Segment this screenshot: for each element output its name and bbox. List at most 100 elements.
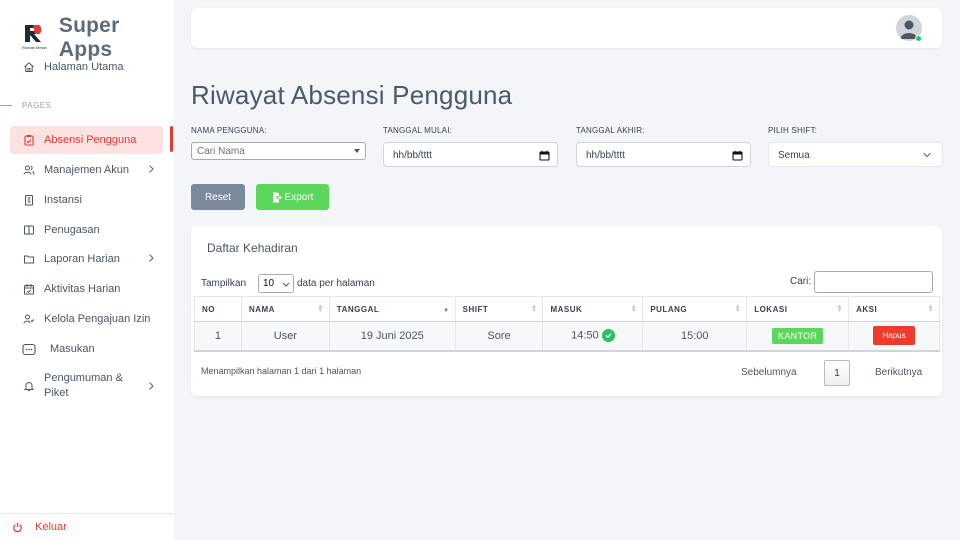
card-title: Daftar Kehadiran: [207, 241, 298, 255]
pagination-previous[interactable]: Sebelumnya: [741, 367, 797, 378]
start-date-label: TANGGAL MULAI:: [383, 126, 453, 135]
sidebar-item-label: Aktivitas Harian: [44, 283, 121, 295]
column-header-tanggal[interactable]: TANGGAL ▼: [328, 296, 456, 322]
logo-text: Rumah Mesin: [22, 45, 47, 50]
clipboard-check-icon: [22, 133, 36, 147]
cell-lokasi: KANTOR: [746, 321, 850, 351]
attendance-table: NO NAMA ▲ ▼ TANGGAL ▼ SHIFT ▲ ▼ MASUK ▲ ▼ PULAN…: [194, 296, 940, 352]
home-icon: [22, 60, 36, 74]
shift-filter-label: PILIH SHIFT:: [768, 126, 818, 135]
sidebar-item-penugasan[interactable]: Penugasan: [10, 216, 163, 244]
sidebar-item-label: Pengumuman & Piket: [44, 372, 123, 399]
table-row: 1 User 19 Juni 2025 Sore 14:50 15:00 KAN…: [194, 321, 940, 351]
sort-desc-icon: ▼: [443, 308, 450, 314]
end-date-value: hh/bb/tttt: [586, 150, 625, 161]
cell-pulang: 15:00: [642, 321, 748, 351]
end-date-label: TANGGAL AKHIR:: [576, 126, 645, 135]
sidebar-item-aktivitas-harian[interactable]: Aktivitas Harian: [10, 275, 163, 303]
sort-icon: ▲ ▼: [317, 304, 324, 314]
sidebar-item-label: Halaman Utama: [44, 61, 124, 73]
delete-button[interactable]: Hapus: [873, 326, 915, 346]
sidebar-item-pengumuman-piket[interactable]: Pengumuman & Piket: [10, 366, 163, 406]
end-date-input[interactable]: hh/bb/tttt: [576, 142, 751, 167]
pagination-page-1[interactable]: 1: [824, 360, 850, 386]
chevron-right-icon: [147, 381, 155, 394]
export-label: Export: [284, 191, 314, 203]
chevron-right-icon: [147, 164, 155, 177]
column-header-nama[interactable]: NAMA ▲ ▼: [240, 296, 330, 322]
calendar-icon[interactable]: [732, 150, 743, 164]
sidebar-item-label: Laporan Harian: [44, 253, 120, 265]
online-status-dot: [915, 35, 922, 42]
sidebar-item-label: Instansi: [44, 194, 82, 206]
sidebar-item-halaman-utama[interactable]: Halaman Utama: [10, 53, 163, 81]
sort-icon: ▲ ▼: [531, 304, 538, 314]
sort-icon: ▲ ▼: [927, 304, 934, 314]
chevron-down-icon: [282, 280, 290, 291]
sidebar-item-label: Absensi Pengguna: [44, 134, 137, 146]
sidebar-item-label: Masukan: [50, 343, 95, 355]
sidebar-item-laporan-harian[interactable]: Laporan Harian: [10, 245, 163, 273]
book-icon: [22, 223, 36, 237]
user-check-icon: [22, 312, 36, 326]
folder-icon: [22, 252, 36, 266]
name-filter-select[interactable]: Cari Nama: [191, 142, 366, 160]
chevron-right-icon: [147, 253, 155, 266]
check-circle-icon: [601, 329, 615, 343]
masuk-time: 14:50: [571, 329, 599, 342]
sidebar-item-absensi-pengguna[interactable]: Absensi Pengguna: [10, 126, 163, 154]
shift-filter-select[interactable]: Semua: [768, 142, 943, 167]
start-date-input[interactable]: hh/bb/tttt: [383, 142, 558, 167]
power-icon: [12, 522, 23, 533]
cell-nama: User: [240, 321, 330, 351]
sort-icon: ▲ ▼: [734, 304, 742, 314]
building-icon: [22, 193, 36, 207]
sidebar-item-label: Penugasan: [44, 224, 100, 236]
export-button[interactable]: Export: [256, 184, 329, 210]
logout-label: Keluar: [35, 521, 67, 533]
sidebar-item-label: Kelola Pengajuan Izin: [44, 313, 151, 325]
users-icon: [22, 163, 36, 177]
page-length-label: Tampilkan: [201, 278, 247, 289]
cell-tanggal: 19 Juni 2025: [328, 321, 456, 351]
column-header-masuk[interactable]: MASUK ▲ ▼: [542, 296, 644, 322]
location-badge: KANTOR: [772, 327, 824, 344]
search-input[interactable]: [814, 271, 933, 293]
column-header-shift[interactable]: SHIFT ▲ ▼: [454, 296, 544, 322]
name-filter-placeholder: Cari Nama: [197, 146, 245, 157]
page-length-suffix: data per halaman: [297, 278, 375, 289]
page-length-select[interactable]: 10: [258, 274, 294, 293]
topbar: [191, 8, 942, 48]
active-indicator: [170, 126, 173, 152]
pagination-next[interactable]: Berikutnya: [875, 367, 922, 378]
start-date-value: hh/bb/tttt: [393, 150, 432, 161]
logo: Rumah Mesin: [22, 23, 53, 53]
search-label: Cari:: [790, 276, 812, 287]
calendar-check-icon: [22, 282, 36, 296]
column-header-aksi[interactable]: AKSI ▲ ▼: [848, 296, 940, 322]
column-header-no[interactable]: NO: [194, 296, 242, 322]
cell-shift: Sore: [454, 321, 544, 351]
sidebar-item-label: Manajemen Akun: [44, 164, 129, 176]
calendar-icon[interactable]: [539, 150, 550, 164]
message-icon: [22, 342, 36, 356]
reset-button[interactable]: Reset: [191, 184, 245, 210]
page-title: Riwayat Absensi Pengguna: [191, 80, 513, 110]
column-header-lokasi[interactable]: LOKASI ▲ ▼: [746, 296, 850, 322]
table-header-row: NO NAMA ▲ ▼ TANGGAL ▼ SHIFT ▲ ▼ MASUK ▲ ▼ PULAN…: [194, 296, 940, 322]
section-label-pages: PAGES: [0, 101, 51, 110]
shift-filter-value: Semua: [778, 150, 810, 161]
cell-masuk: 14:50: [542, 321, 644, 351]
sidebar-item-manajemen-akun[interactable]: Manajemen Akun: [10, 156, 163, 184]
sidebar-item-kelola-pengajuan-izin[interactable]: Kelola Pengajuan Izin: [10, 305, 163, 333]
attendance-card: Daftar Kehadiran Tampilkan 10 data per h…: [191, 226, 942, 396]
column-header-pulang[interactable]: PULANG ▲ ▼: [642, 296, 748, 322]
sort-icon: ▲ ▼: [836, 304, 844, 314]
sidebar-item-instansi[interactable]: Instansi: [10, 186, 163, 214]
table-info: Menampilkan halaman 1 dari 1 halaman: [201, 366, 362, 376]
caret-down-icon: [354, 149, 360, 153]
sidebar-item-masukan[interactable]: Masukan: [10, 335, 163, 363]
sort-icon: ▲ ▼: [630, 304, 638, 314]
logout-button[interactable]: Keluar: [0, 513, 174, 540]
page-length-value: 10: [263, 278, 275, 289]
